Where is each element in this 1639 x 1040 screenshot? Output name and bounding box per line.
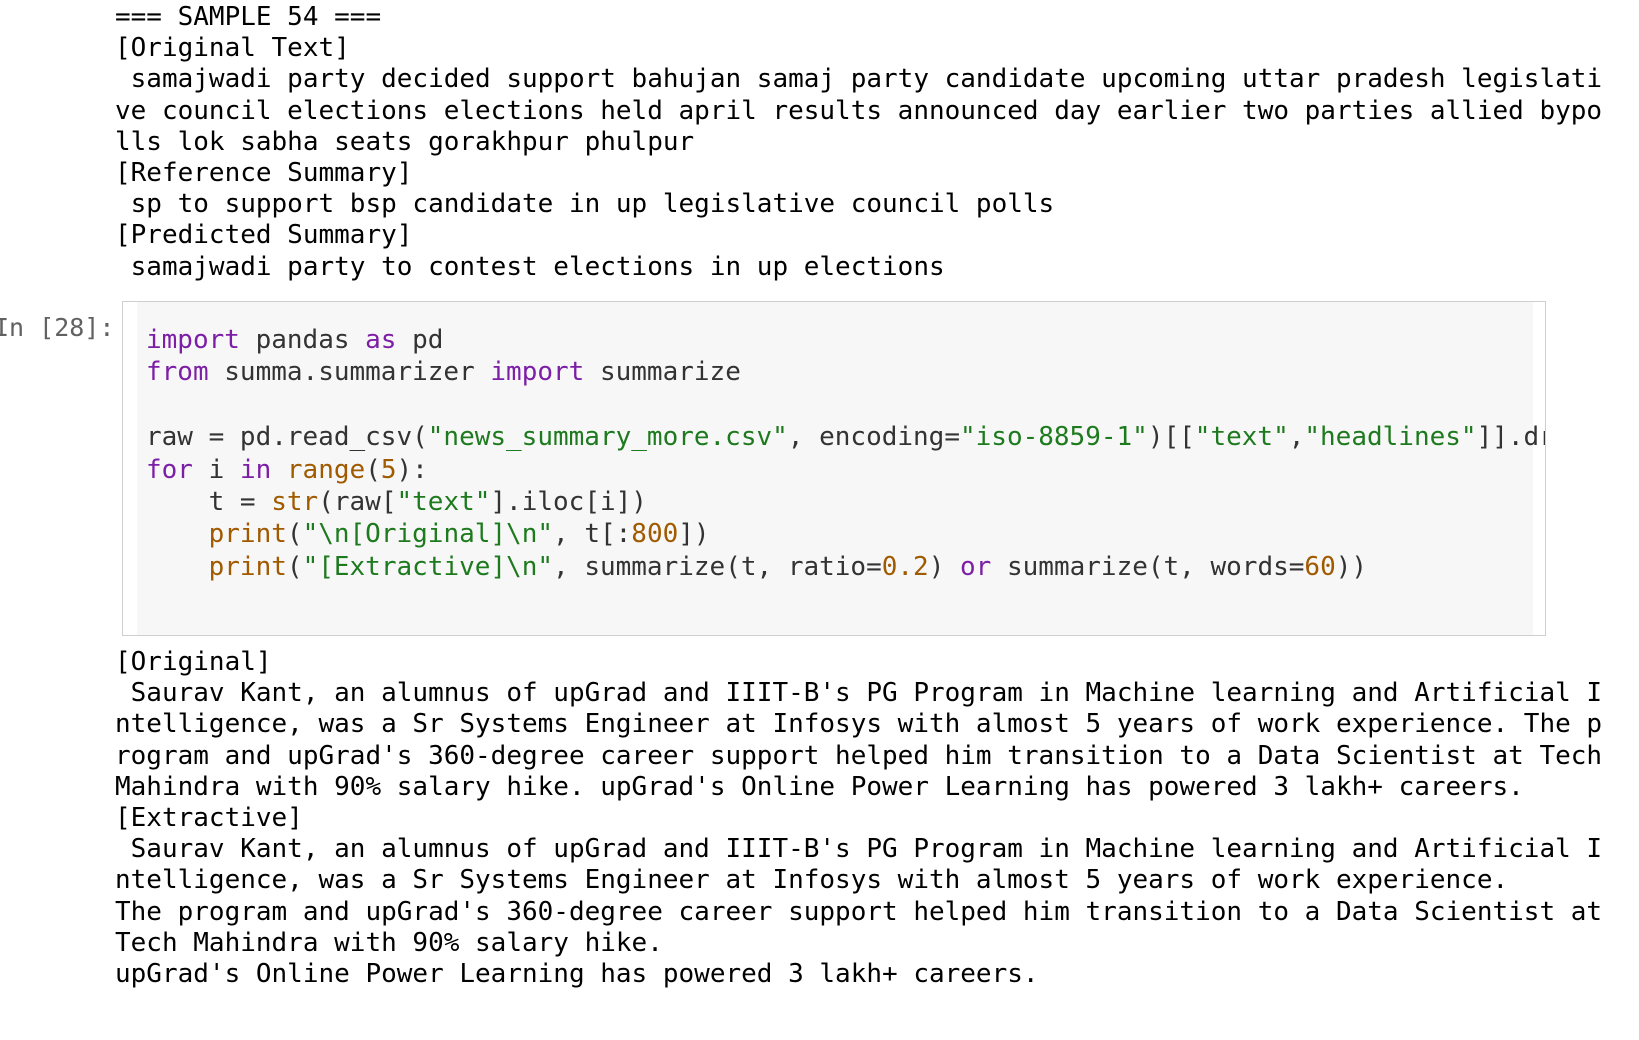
output-line: [Original] [115, 647, 272, 677]
cell-output-bottom: [Original] Saurav Kant, an alumnus of up… [115, 647, 1603, 990]
code-line-1: import pandas as pd [146, 325, 443, 355]
output-line: Saurav Kant, an alumnus of upGrad and II… [115, 678, 1603, 709]
code-text[interactable]: import pandas as pd from summa.summarize… [146, 324, 1545, 583]
output-line: sp to support bsp candidate in up legisl… [115, 189, 1055, 220]
code-token: , t[: [553, 519, 632, 550]
code-token: ].iloc[i]) [490, 487, 647, 518]
code-token: summarize(t, words= [991, 551, 1305, 582]
output-line: Mahindra with 90% salary hike. upGrad's … [115, 771, 1524, 802]
code-line-8: print("[Extractive]\n", summarize(t, rat… [146, 552, 1367, 582]
string-literal: "\n[Original]\n" [302, 519, 554, 550]
number-literal: 0.2 [881, 551, 929, 582]
keyword: as [365, 325, 397, 355]
string-literal: "iso-8859-1" [959, 422, 1148, 453]
output-line: === SAMPLE 54 === [115, 2, 382, 32]
code-token: i [192, 454, 240, 485]
string-literal: "text" [1194, 422, 1289, 453]
code-token: , summarize(t, ratio= [553, 551, 882, 582]
output-line: rogram and upGrad's 360-degree career su… [115, 740, 1603, 771]
code-line-5: for i in range(5): [146, 455, 428, 485]
cell-output-top: === SAMPLE 54 === [Original Text] samajwa… [115, 2, 1603, 283]
output-line: lls lok sabha seats gorakhpur phulpur [115, 126, 695, 157]
code-token: ]) [678, 519, 710, 550]
output-line: [Original Text] [115, 33, 350, 64]
output-line: ve council elections elections held apri… [115, 95, 1603, 126]
keyword: or [960, 551, 992, 582]
code-token: ): [396, 454, 428, 485]
string-literal: "text" [396, 487, 491, 518]
code-token: , [1288, 422, 1305, 453]
output-line: [Reference Summary] [115, 158, 413, 189]
code-line-7: print("\n[Original]\n", t[:800]) [146, 519, 710, 549]
number-literal: 60 [1304, 551, 1336, 582]
code-token: summarize [584, 357, 741, 388]
output-line: [Extractive] [115, 803, 303, 834]
builtin: print [208, 519, 287, 550]
code-editor[interactable]: import pandas as pd from summa.summarize… [137, 302, 1545, 635]
output-line: ntelligence, was a Sr Systems Engineer a… [115, 865, 1509, 896]
keyword: import [146, 325, 240, 355]
code-token: raw = pd.read_csv( [146, 422, 428, 453]
builtin: str [271, 487, 319, 518]
output-line: [Predicted Summary] [115, 220, 413, 251]
string-literal: "[Extractive]\n" [302, 551, 554, 582]
keyword: import [490, 357, 585, 388]
string-literal: "news_summary_more.csv" [427, 422, 788, 453]
code-token: , encoding= [787, 422, 960, 453]
number-literal: 5 [380, 454, 397, 485]
code-token: ) [928, 551, 961, 582]
code-token: )[[ [1147, 422, 1195, 453]
code-line-6: t = str(raw["text"].iloc[i]) [146, 487, 647, 517]
code-token: ( [365, 454, 381, 485]
cell-prompt: In [28]: [0, 313, 115, 342]
output-line: Saurav Kant, an alumnus of upGrad and II… [115, 834, 1603, 865]
code-token: )) [1335, 551, 1368, 582]
code-cell[interactable]: import pandas as pd from summa.summarize… [122, 301, 1546, 636]
keyword: in [239, 454, 272, 485]
code-token: ( [286, 551, 303, 582]
output-line: ntelligence, was a Sr Systems Engineer a… [115, 709, 1603, 740]
number-literal: 800 [631, 519, 679, 550]
keyword: for [146, 454, 193, 485]
code-token: summa.summarizer [208, 357, 491, 388]
string-literal: "headlines" [1304, 422, 1477, 453]
output-line: upGrad's Online Power Learning has power… [115, 959, 1039, 990]
output-line: samajwadi party to contest elections in … [115, 251, 945, 282]
builtin: print [208, 551, 287, 582]
output-line: samajwadi party decided support bahujan … [115, 64, 1603, 95]
code-token: (raw[ [318, 487, 397, 518]
output-line: Tech Mahindra with 90% salary hike. [115, 927, 663, 958]
code-token: ]].drop_ [1476, 422, 1545, 453]
code-line-4: raw = pd.read_csv("news_summary_more.csv… [146, 422, 1545, 453]
builtin: range [286, 454, 366, 485]
code-token: pandas [239, 325, 366, 355]
output-line: The program and upGrad's 360-degree care… [115, 896, 1603, 927]
code-token: ( [286, 519, 303, 550]
code-token: t = [146, 487, 272, 518]
code-line-2: from summa.summarizer import summarize [146, 357, 741, 387]
keyword: from [146, 357, 209, 388]
code-token: pd [396, 325, 444, 355]
